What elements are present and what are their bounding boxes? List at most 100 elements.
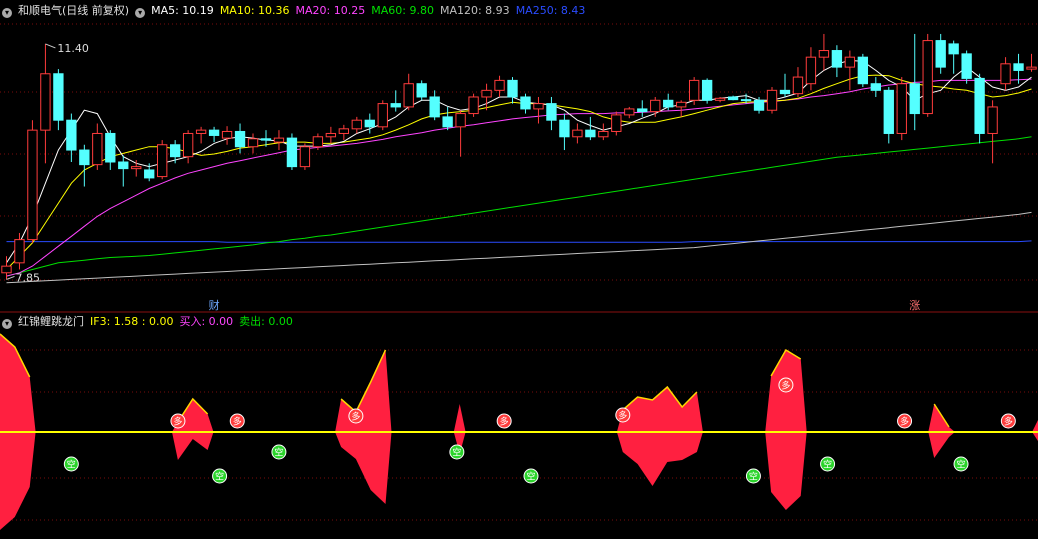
indicator-panel-header: ▾ 红锦鲤跳龙门 IF3: 1.58 : 0.00 买入: 0.00 卖出: 0.00	[2, 315, 299, 329]
candle-body	[390, 103, 401, 108]
candle-body	[948, 43, 959, 55]
candle-body	[844, 56, 856, 68]
main-panel-header: ▾ 和顺电气(日线 前复权) ▾ MA5: 10.19 MA10: 10.36 MA20:…	[2, 4, 591, 18]
candle-body	[533, 103, 544, 110]
candle-body	[663, 99, 674, 108]
candle-body	[585, 129, 596, 138]
candle-body	[208, 129, 220, 136]
event-marker-zhang: 涨	[909, 299, 920, 312]
candle-body	[650, 99, 661, 113]
candle-body	[273, 137, 285, 143]
candle-body	[896, 83, 907, 134]
candle-body	[182, 132, 194, 158]
candle-body	[935, 40, 946, 68]
duo-marker-label: 多	[233, 416, 242, 428]
candle-body	[987, 106, 998, 134]
candle-body	[92, 132, 103, 166]
candle-body	[611, 114, 622, 132]
candle-body	[105, 132, 116, 163]
candle-body	[27, 129, 38, 241]
candle-body	[286, 137, 298, 168]
candle-body	[507, 79, 518, 98]
candle-body	[792, 76, 804, 95]
candle-body	[118, 161, 129, 170]
candle-body	[14, 239, 25, 264]
low-label: 7.85	[15, 271, 40, 284]
candle-body	[857, 56, 869, 85]
candle-body	[195, 129, 207, 134]
candle-body	[546, 103, 557, 121]
candle-body	[637, 108, 648, 113]
candle-body	[624, 108, 635, 116]
kong-marker-label: 空	[749, 471, 758, 483]
candle-body	[416, 83, 427, 98]
candle-body	[598, 130, 609, 138]
kong-marker-label: 空	[67, 459, 76, 471]
candle-body	[299, 146, 311, 168]
candle-body	[260, 138, 272, 141]
ma5-label: MA5: 10.19	[151, 4, 214, 17]
candle-body	[1, 265, 12, 274]
candle-body	[468, 96, 479, 115]
candle-body	[572, 129, 583, 138]
ma120-label: MA120: 8.93	[439, 4, 510, 17]
ma10-label: MA10: 10.36	[219, 4, 290, 17]
candle-body	[676, 101, 687, 108]
candle-body	[753, 99, 765, 111]
duo-marker-label: 多	[900, 416, 909, 428]
chevron-down-icon[interactable]: ▾	[2, 319, 12, 329]
duo-marker-label: 多	[781, 380, 790, 392]
kong-marker-label: 空	[215, 471, 224, 483]
candle-body	[831, 50, 843, 68]
indicator-title: 红锦鲤跳龙门	[18, 315, 84, 328]
candle-body	[40, 73, 51, 131]
candle-body	[247, 138, 259, 148]
candle-body	[338, 128, 350, 134]
stock-title: 和顺电气(日线 前复权)	[18, 4, 130, 17]
candle-body	[727, 96, 739, 101]
candle-body	[429, 96, 440, 118]
chart-stage: 11.40 7.85 财涨多多多多多多多多空空空空空空空空	[0, 0, 1038, 536]
candle-body	[1026, 66, 1037, 70]
candle-body	[442, 116, 453, 128]
kong-marker-label: 空	[274, 447, 283, 459]
duo-marker-label: 多	[1004, 416, 1013, 428]
ma60-label: MA60: 9.80	[371, 4, 434, 17]
candle-body	[559, 119, 570, 138]
candle-body	[818, 50, 830, 58]
candle-body	[351, 119, 362, 130]
candle-body	[325, 132, 337, 138]
candle-body	[714, 97, 726, 101]
candle-body	[883, 89, 894, 134]
candle-body	[79, 149, 90, 166]
candle-body	[909, 83, 920, 115]
chevron-down-icon[interactable]: ▾	[2, 8, 12, 18]
if3-label: IF3: 1.58 : 0.00	[90, 315, 174, 328]
candle-body	[144, 169, 155, 179]
candle-body	[403, 83, 414, 108]
candle-body	[169, 144, 181, 158]
candle-body	[922, 40, 933, 115]
candle-body	[961, 53, 972, 79]
chevron-down-icon[interactable]: ▾	[135, 8, 146, 18]
candle-body	[779, 89, 791, 95]
chart-background	[0, 0, 1038, 536]
duo-marker-label: 多	[173, 416, 182, 428]
candle-body	[234, 130, 246, 148]
ma250-label: MA250: 8.43	[515, 4, 586, 17]
duo-marker-label: 多	[500, 416, 509, 428]
candle-body	[805, 56, 817, 85]
candle-body	[312, 136, 324, 148]
event-marker-cai: 财	[209, 298, 220, 312]
ma20-label: MA20: 10.25	[295, 4, 366, 17]
candle-body	[701, 79, 713, 101]
kline-chart: 11.407.85财 涨多多多多多多多 多空空空 空空 空空空	[0, 0, 1038, 536]
buy-label: 买入: 0.00	[179, 315, 234, 328]
candle-body	[131, 166, 142, 170]
candle-body	[688, 79, 700, 101]
kong-marker-label: 空	[452, 447, 461, 459]
sell-label: 卖出: 0.00	[239, 315, 293, 328]
candle-body	[974, 77, 985, 134]
candle-body	[870, 83, 881, 91]
candle-body	[481, 89, 492, 98]
